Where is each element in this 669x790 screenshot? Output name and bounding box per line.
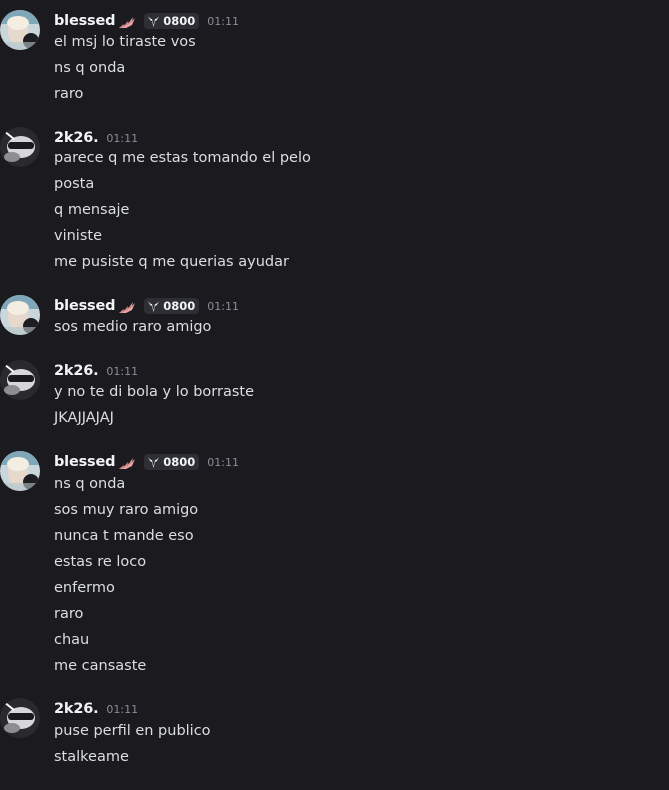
message-text: ns q onda	[54, 476, 126, 492]
clan-tag[interactable]: 0800	[144, 13, 200, 29]
message-text: estas re loco	[54, 554, 147, 570]
ram-skull-icon	[147, 300, 160, 313]
avatar-blessed[interactable]	[0, 295, 40, 335]
username[interactable]: 2k26.	[54, 701, 99, 717]
clan-tag-label: 0800	[163, 14, 196, 28]
username[interactable]: blessed	[54, 298, 115, 314]
timestamp: 01:11	[106, 702, 139, 716]
timestamp: 01:11	[106, 364, 139, 378]
message-text: me pusiste q me querias ayudar	[54, 254, 289, 270]
ram-skull-icon	[147, 456, 160, 469]
message-text: sos medio raro amigo	[54, 319, 212, 335]
timestamp: 01:11	[106, 131, 139, 145]
message-text: posta	[54, 176, 95, 192]
message-header: 2k26. 01:11	[54, 698, 138, 720]
clan-tag-label: 0800	[163, 455, 196, 469]
message-text: parece q me estas tomando el pelo	[54, 150, 311, 166]
clan-tag-label: 0800	[163, 299, 196, 313]
message-text: chau	[54, 632, 90, 648]
avatar-2k26[interactable]	[0, 698, 40, 738]
avatar-blessed[interactable]	[0, 10, 40, 50]
message-text: raro	[54, 606, 84, 622]
wings-decoration-icon	[118, 299, 136, 314]
username[interactable]: 2k26.	[54, 130, 99, 146]
message-text: ns q onda	[54, 60, 126, 76]
message-text: y no te di bola y lo borraste	[54, 384, 255, 400]
ram-skull-icon	[147, 15, 160, 28]
message-header: 2k26. 01:11	[54, 360, 138, 382]
chat-message-list: blessed 0800 01:11 el msj lo tiraste vos…	[0, 0, 669, 790]
message-text: stalkeame	[54, 749, 129, 765]
message-header: blessed 0800 01:11	[54, 295, 239, 317]
clan-tag[interactable]: 0800	[144, 298, 200, 314]
message-text: el msj lo tiraste vos	[54, 34, 196, 50]
message-text: sos muy raro amigo	[54, 502, 199, 518]
message-header: blessed 0800 01:11	[54, 10, 239, 32]
message-text: viniste	[54, 228, 102, 244]
timestamp: 01:11	[207, 14, 239, 28]
username[interactable]: blessed	[54, 454, 115, 470]
message-text: me cansaste	[54, 658, 147, 674]
timestamp: 01:11	[207, 299, 239, 313]
message-text: JKAJJAJAJ	[54, 410, 114, 426]
message-text: enfermo	[54, 580, 115, 596]
message-header: blessed 0800 01:11	[54, 451, 239, 473]
username[interactable]: blessed	[54, 13, 115, 29]
timestamp: 01:11	[207, 455, 239, 469]
message-text: nunca t mande eso	[54, 528, 194, 544]
avatar-2k26[interactable]	[0, 360, 40, 400]
username[interactable]: 2k26.	[54, 363, 99, 379]
avatar-blessed[interactable]	[0, 451, 40, 491]
message-text: puse perfil en publico	[54, 723, 211, 739]
avatar-2k26[interactable]	[0, 127, 40, 167]
message-text: raro	[54, 86, 84, 102]
wings-decoration-icon	[118, 455, 136, 470]
clan-tag[interactable]: 0800	[144, 454, 200, 470]
wings-decoration-icon	[118, 14, 136, 29]
message-text: q mensaje	[54, 202, 130, 218]
